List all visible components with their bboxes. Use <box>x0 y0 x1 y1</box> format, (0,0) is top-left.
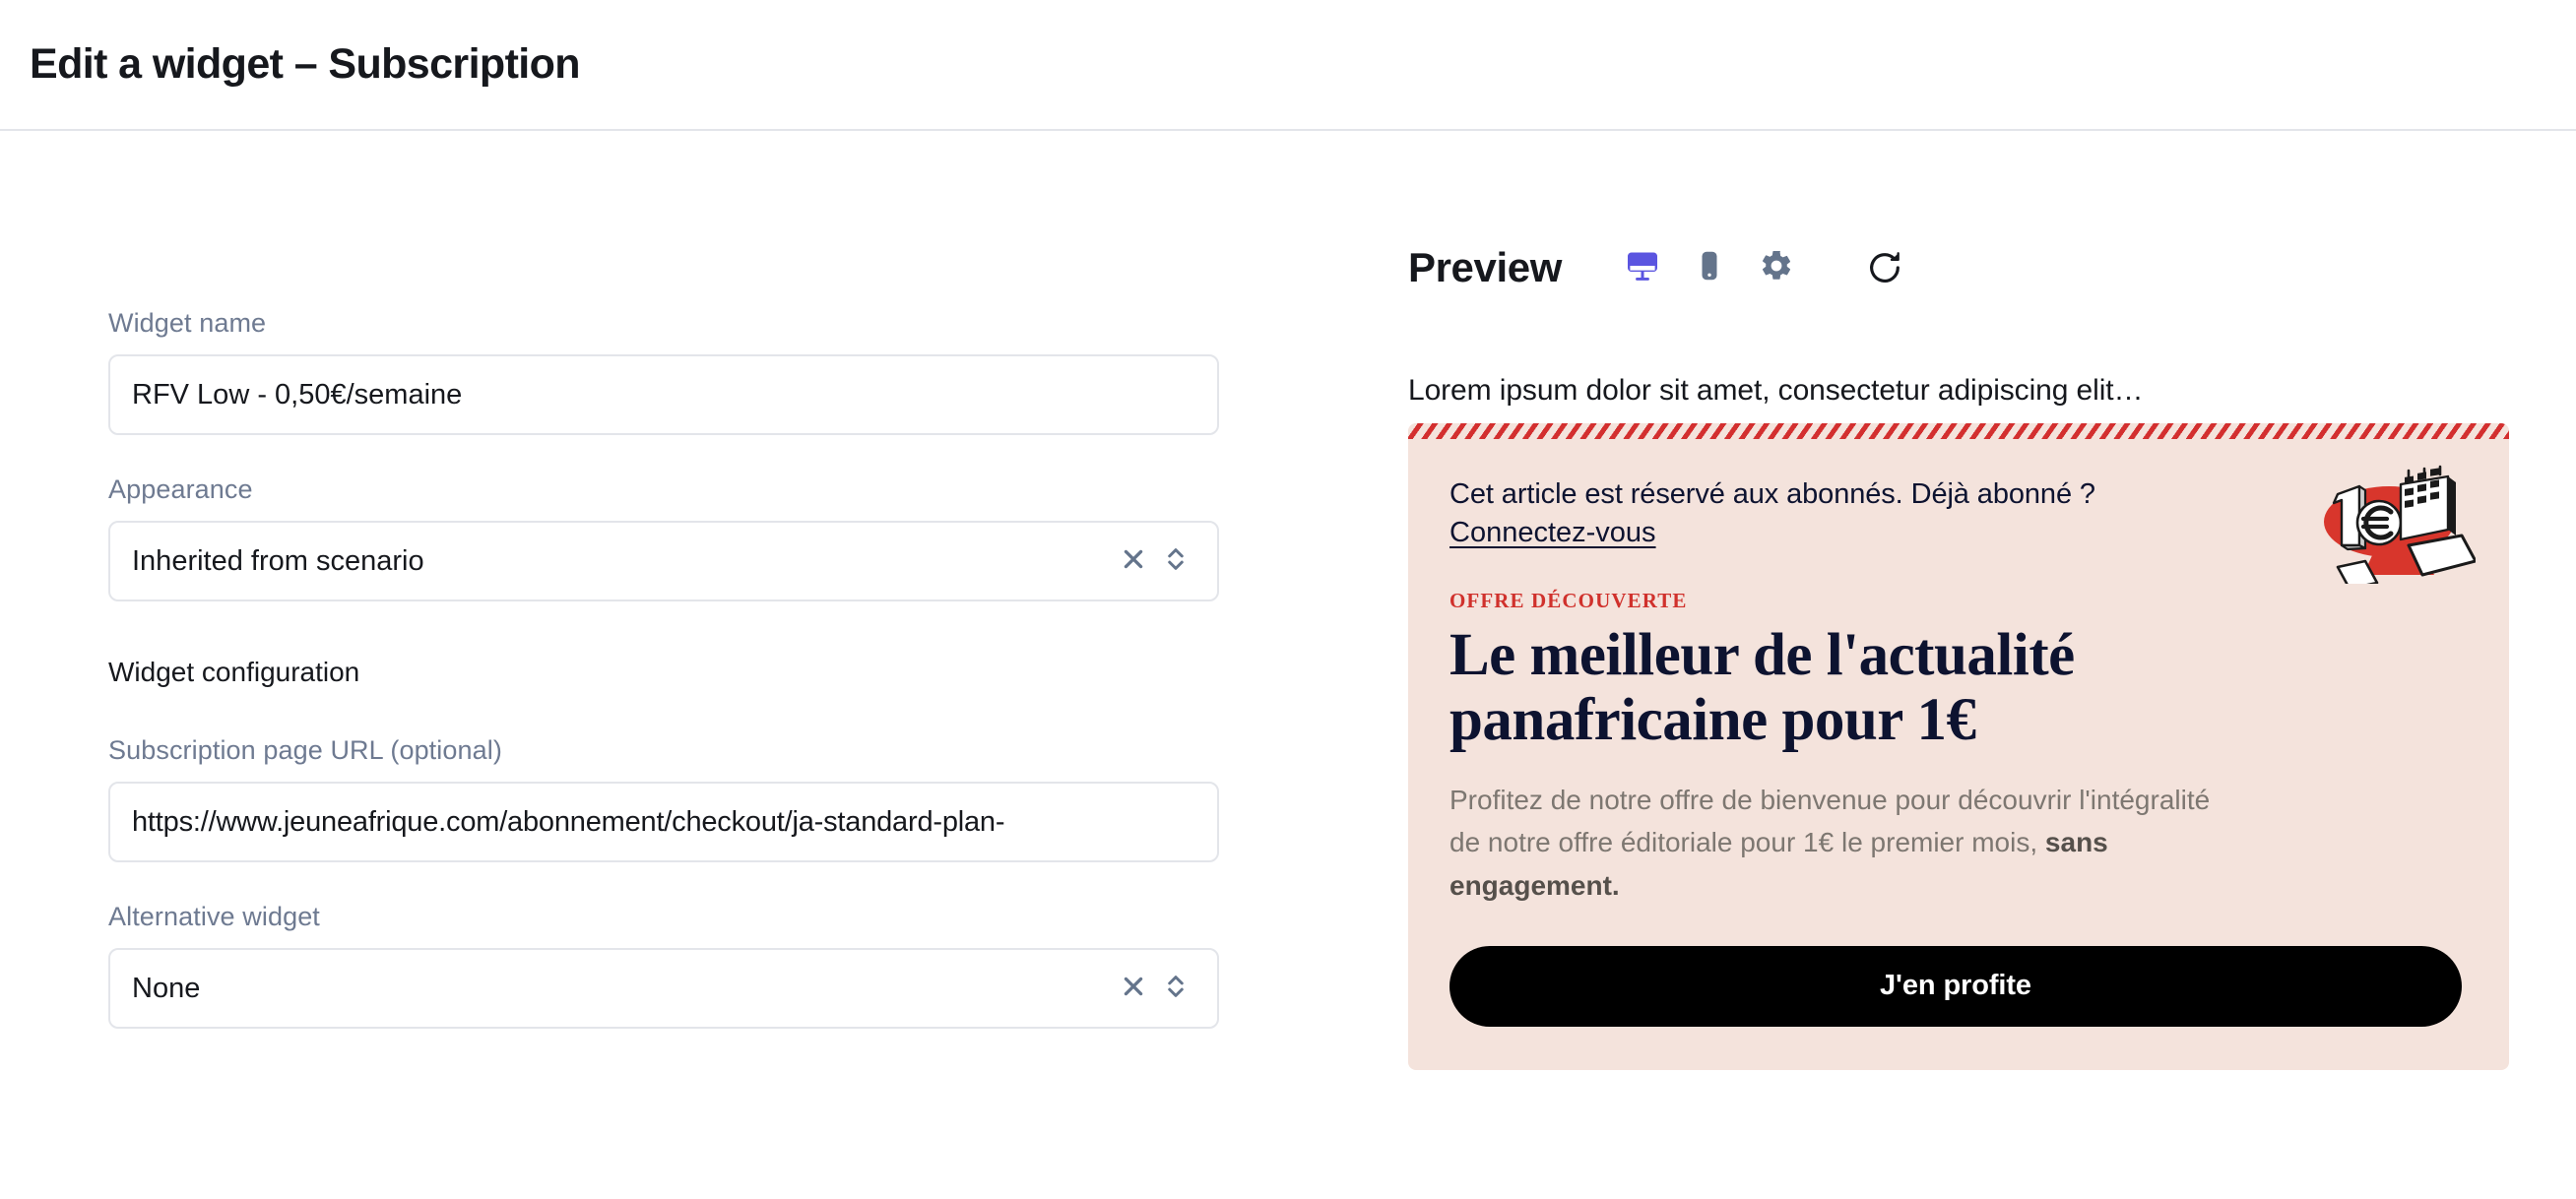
appearance-value: Inherited from scenario <box>132 544 424 577</box>
page-body: Widget name RFV Low - 0,50€/semaine Appe… <box>0 131 2576 1199</box>
paywall-eyebrow: OFFRE DÉCOUVERTE <box>1449 589 1688 612</box>
preview-lorem-text: Lorem ipsum dolor sit amet, consectetur … <box>1408 374 2144 407</box>
subscription-url-input[interactable]: https://www.jeuneafrique.com/abonnement/… <box>108 782 1219 862</box>
field-widget-name: Widget name RFV Low - 0,50€/semaine <box>108 308 1379 435</box>
paywall-cta-button[interactable]: J'en profite <box>1449 945 2462 1027</box>
widget-configuration-heading: Widget configuration <box>108 657 360 687</box>
desktop-icon[interactable] <box>1625 248 1660 288</box>
close-icon[interactable] <box>1121 546 1146 577</box>
paywall-card: Cet article est réservé aux abonnés. Déj… <box>1408 423 2509 1070</box>
chevron-up-down-icon[interactable] <box>1164 544 1188 579</box>
paywall-headline: Le meilleur de l'actualité panafricaine … <box>1449 622 2075 753</box>
subscription-url-label: Subscription page URL (optional) <box>108 735 502 765</box>
widget-name-value: RFV Low - 0,50€/semaine <box>132 378 463 410</box>
paywall-content: Cet article est réservé aux abonnés. Déj… <box>1408 439 2509 1070</box>
alternative-widget-value: None <box>132 972 201 1004</box>
paywall-body: Profitez de notre offre de bienvenue pou… <box>1449 779 2227 907</box>
mobile-icon[interactable] <box>1692 248 1727 288</box>
alternative-widget-label: Alternative widget <box>108 902 320 931</box>
field-alternative-widget: Alternative widget None <box>108 902 1379 1029</box>
gear-icon[interactable] <box>1759 248 1794 288</box>
one-euro-calendar-devices-illustration <box>2298 451 2478 591</box>
field-subscription-url: Subscription page URL (optional) https:/… <box>108 735 1379 862</box>
preview-toolbar: Preview <box>1398 244 2576 291</box>
app-header: Edit a widget – Subscription <box>0 0 2576 131</box>
appearance-select[interactable]: Inherited from scenario <box>108 521 1219 601</box>
appearance-select-icons <box>1121 544 1195 579</box>
paywall-striped-border <box>1408 423 2509 439</box>
widget-name-label: Widget name <box>108 308 267 338</box>
page-title: Edit a widget – Subscription <box>30 40 581 88</box>
field-appearance: Appearance Inherited from scenario <box>108 474 1379 601</box>
alternative-widget-select[interactable]: None <box>108 948 1219 1029</box>
preview-title: Preview <box>1408 244 1562 290</box>
device-toggle-group <box>1625 248 1794 288</box>
preview-panel: Preview Lorem ipsum dolor sit amet, cons… <box>1379 131 2576 1070</box>
appearance-label: Appearance <box>108 474 253 504</box>
paywall-login-link[interactable]: Connectez-vous <box>1449 517 1656 549</box>
widget-name-input[interactable]: RFV Low - 0,50€/semaine <box>108 354 1219 435</box>
refresh-icon[interactable] <box>1865 248 1904 287</box>
chevron-up-down-icon[interactable] <box>1164 972 1188 1006</box>
close-icon[interactable] <box>1121 974 1146 1004</box>
alternative-widget-select-icons <box>1121 972 1195 1006</box>
widget-form: Widget name RFV Low - 0,50€/semaine Appe… <box>0 131 1379 1068</box>
subscription-url-value: https://www.jeuneafrique.com/abonnement/… <box>132 805 1005 838</box>
